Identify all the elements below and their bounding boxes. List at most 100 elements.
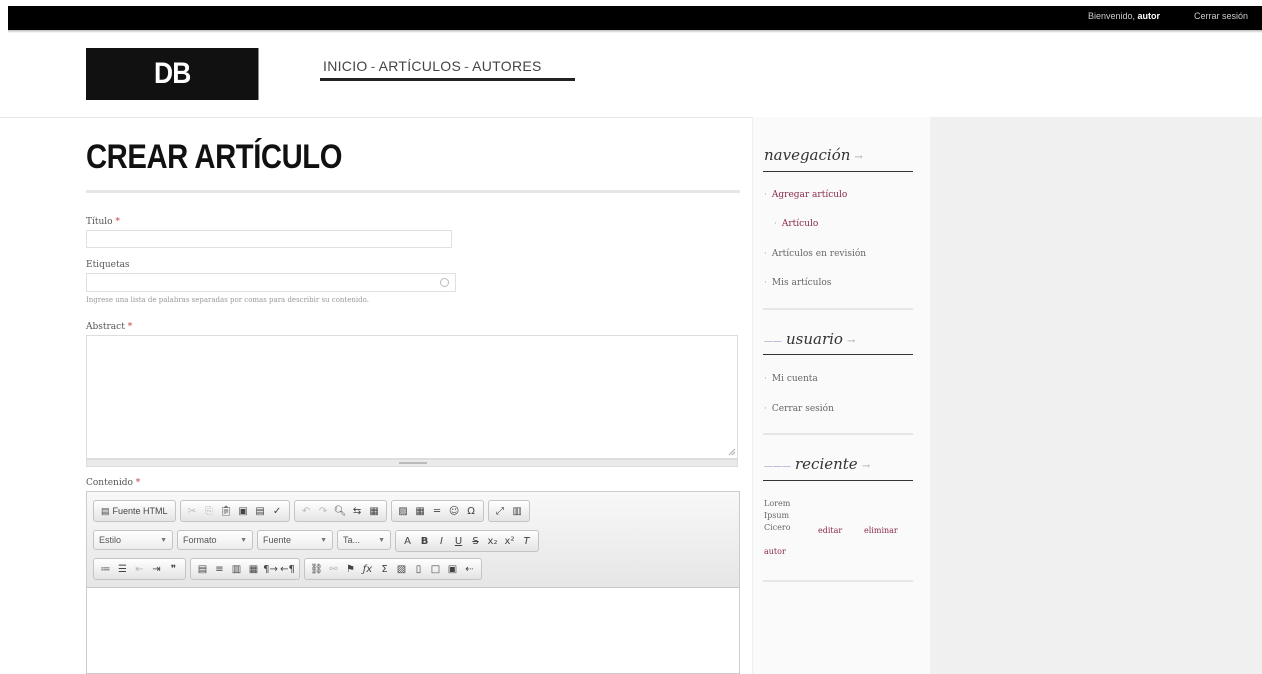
tags-help-text: Ingrese una lista de palabras separadas …: [86, 296, 369, 304]
editor-content-area[interactable]: [87, 589, 739, 673]
find-icon[interactable]: 🔍︎: [333, 503, 348, 519]
chevron-down-icon: ▼: [160, 536, 167, 544]
unlink-icon[interactable]: ⚯: [326, 561, 341, 577]
recent-edit-link[interactable]: editar: [818, 525, 842, 537]
new-page-icon[interactable]: □: [428, 561, 443, 577]
bullet-list-icon[interactable]: ☰: [115, 561, 130, 577]
title-field-label: Título *: [86, 217, 120, 227]
table-icon[interactable]: ▦: [413, 503, 428, 519]
underline-icon[interactable]: U: [451, 533, 466, 549]
superscript-icon[interactable]: x²: [502, 533, 517, 549]
format-select[interactable]: Formato ▼: [177, 530, 253, 550]
preview-icon[interactable]: ▣: [445, 561, 460, 577]
nav-item-articulos[interactable]: ARTÍCULOS: [379, 58, 462, 74]
text-color-icon[interactable]: A: [400, 533, 415, 549]
spellcheck-icon[interactable]: ✓: [270, 503, 285, 519]
maximize-icon[interactable]: ⤢: [493, 503, 508, 519]
abstract-field-label: Abstract *: [86, 322, 133, 332]
size-select[interactable]: Ta... ▼: [337, 530, 391, 550]
page-break-icon[interactable]: ⇠: [462, 561, 477, 577]
italic-icon[interactable]: I: [434, 533, 449, 549]
ltr-icon[interactable]: ¶→: [263, 561, 278, 577]
sidebar-item-articulo[interactable]: · Artículo: [774, 219, 818, 229]
list-group: ≔ ☰ ⇤ ⇥ ❞: [93, 558, 186, 580]
smiley-icon[interactable]: ☺: [447, 503, 462, 519]
sidebar-item-agregar-articulo[interactable]: · Agregar artículo: [764, 190, 847, 200]
subscript-icon[interactable]: x₂: [485, 533, 500, 549]
title-input[interactable]: [86, 230, 452, 248]
link-icon[interactable]: ⛓: [309, 561, 324, 577]
formula-icon[interactable]: ƒx: [360, 561, 375, 577]
copy-icon[interactable]: ⎘: [202, 503, 217, 519]
align-left-icon[interactable]: ▤: [195, 561, 210, 577]
recent-item-author[interactable]: autor: [764, 546, 786, 558]
tags-field-label: Etiquetas: [86, 260, 130, 270]
nav-block-title: navegación →: [764, 146, 863, 164]
template-icon[interactable]: ▧: [394, 561, 409, 577]
abstract-textarea[interactable]: [86, 335, 738, 459]
undo-icon[interactable]: ↶: [299, 503, 314, 519]
image-icon[interactable]: ▨: [396, 503, 411, 519]
paste-icon[interactable]: 📋︎: [219, 503, 234, 519]
site-logo[interactable]: DB ACADEMICA: [86, 48, 259, 142]
recent-delete-link[interactable]: eliminar: [864, 525, 898, 537]
sum-icon[interactable]: Σ: [377, 561, 392, 577]
indent-icon[interactable]: ⇥: [149, 561, 164, 577]
chevron-down-icon: ▼: [240, 536, 247, 544]
username[interactable]: autor: [1138, 11, 1161, 21]
nav-item-inicio[interactable]: INICIO: [323, 58, 368, 74]
source-button[interactable]: ▤ Fuente HTML: [97, 506, 172, 517]
sidebar-item-mis-articulos[interactable]: · Mis artículos: [764, 278, 831, 288]
paste-text-icon[interactable]: ▣: [236, 503, 251, 519]
paste-word-icon[interactable]: ▤: [253, 503, 268, 519]
recent-block-rule: [763, 480, 913, 481]
arrow-right-icon: →: [846, 336, 856, 347]
sidebar-separator: [763, 580, 913, 582]
right-background: [930, 117, 1262, 674]
welcome-text: Bienvenido, autor: [1087, 11, 1161, 21]
nav-item-autores[interactable]: AUTORES: [472, 58, 542, 74]
document-icon[interactable]: ▯: [411, 561, 426, 577]
logout-link[interactable]: Cerrar sesión: [1194, 11, 1248, 21]
blockquote-icon[interactable]: ❞: [166, 561, 181, 577]
horizontal-rule-icon[interactable]: ═: [430, 503, 445, 519]
page-title: CREAR ARTÍCULO: [86, 138, 343, 176]
arrow-right-icon: →: [854, 152, 863, 163]
align-center-icon[interactable]: ≡: [212, 561, 227, 577]
special-char-icon[interactable]: Ω: [464, 503, 479, 519]
outdent-icon[interactable]: ⇤: [132, 561, 147, 577]
sidebar-separator: [763, 308, 913, 310]
select-all-icon[interactable]: ▦: [367, 503, 382, 519]
recent-block-title: ——— reciente →: [764, 455, 871, 473]
rtl-icon[interactable]: ←¶: [280, 561, 295, 577]
clipboard-group: ✂ ⎘ 📋︎ ▣ ▤ ✓: [179, 500, 290, 522]
edit-group: ↶ ↷ 🔍︎ ⇆ ▦: [293, 500, 387, 522]
view-group: ⤢ ▥: [487, 500, 530, 522]
align-justify-icon[interactable]: ▦: [246, 561, 261, 577]
resize-handle-icon[interactable]: [728, 448, 736, 456]
tags-input[interactable]: [86, 273, 456, 292]
redo-icon[interactable]: ↷: [316, 503, 331, 519]
cut-icon[interactable]: ✂: [185, 503, 200, 519]
recent-item-title[interactable]: Lorem Ipsum Cicero: [764, 498, 791, 534]
insert-group: ▨ ▦ ═ ☺ Ω: [390, 500, 484, 522]
numbered-list-icon[interactable]: ≔: [98, 561, 113, 577]
sidebar-item-articulos-en-revision[interactable]: · Artículos en revisión: [764, 249, 866, 259]
nav-underline: [320, 78, 575, 81]
show-blocks-icon[interactable]: ▥: [510, 503, 525, 519]
align-group: ▤ ≡ ▥ ▦ ¶→ ←¶: [190, 558, 300, 580]
remove-format-icon[interactable]: T: [519, 533, 534, 549]
font-select[interactable]: Fuente ▼: [257, 530, 333, 550]
style-select[interactable]: Estilo ▼: [93, 530, 173, 550]
link-group: ⛓ ⚯ ⚑ ƒx Σ ▧ ▯ □ ▣ ⇠: [304, 558, 482, 580]
replace-icon[interactable]: ⇆: [350, 503, 365, 519]
textarea-grippie[interactable]: [86, 459, 738, 467]
bold-icon[interactable]: B: [417, 533, 432, 549]
align-right-icon[interactable]: ▥: [229, 561, 244, 577]
title-divider: [86, 190, 740, 193]
sidebar-item-cerrar-sesion[interactable]: · Cerrar sesión: [764, 404, 834, 414]
sidebar-item-mi-cuenta[interactable]: · Mi cuenta: [764, 374, 818, 384]
anchor-icon[interactable]: ⚑: [343, 561, 358, 577]
admin-bar-shadow: [8, 30, 1262, 33]
strike-icon[interactable]: S: [468, 533, 483, 549]
